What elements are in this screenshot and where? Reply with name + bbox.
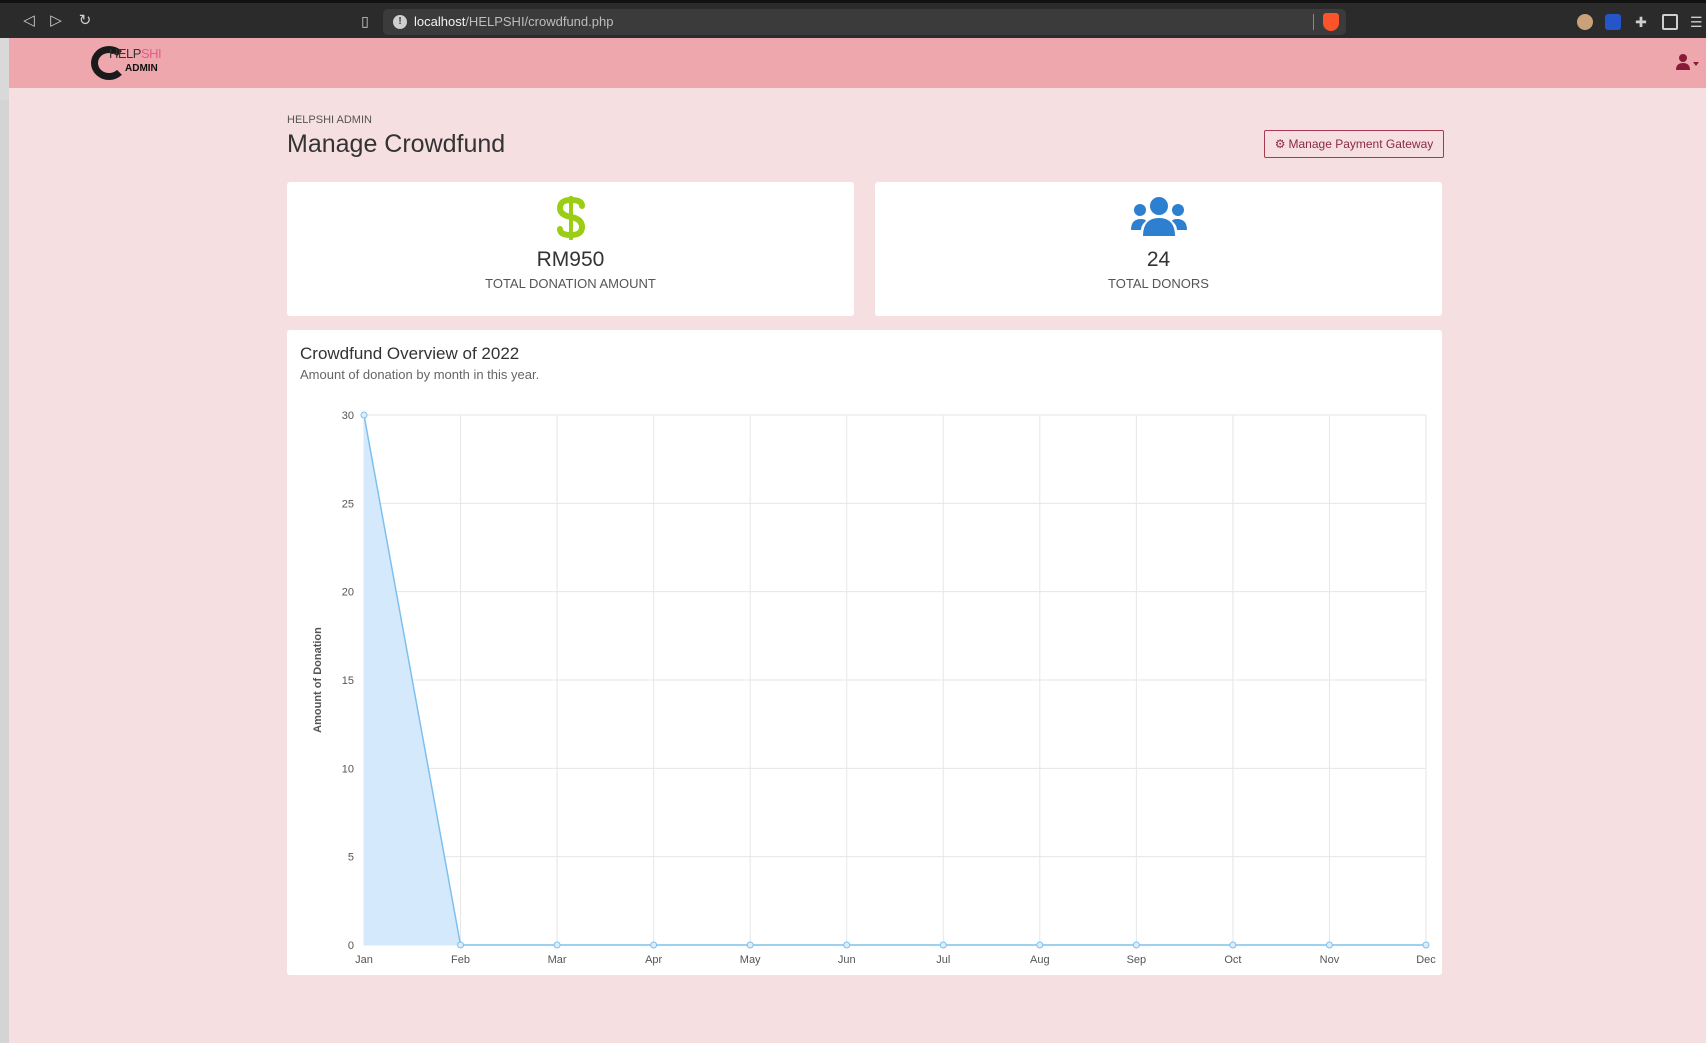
data-point <box>457 941 465 949</box>
forward-icon[interactable]: ▷ <box>47 12 65 30</box>
y-axis-label: Amount of Donation <box>312 627 324 733</box>
x-tick-label: Oct <box>1224 954 1241 966</box>
data-point <box>746 941 754 949</box>
browser-toolbar: ◁ ▷ ↻ ▯ ! localhost/HELPSHI/crowdfund.ph… <box>0 0 1706 38</box>
y-tick-label: 25 <box>342 498 354 510</box>
logo-text-shi: SHI <box>140 46 162 61</box>
crowdfund-chart: 0 5 10 15 20 25 30 Jan Feb Mar Apr May Jun Jul Aug Sep O… <box>312 410 1436 966</box>
reload-icon[interactable]: ↻ <box>76 12 94 30</box>
x-tick-label: Jul <box>936 954 950 966</box>
url-text: localhost/HELPSHI/crowdfund.php <box>414 14 613 29</box>
y-tick-label: 0 <box>348 940 354 952</box>
menu-icon[interactable]: ☰ <box>1690 14 1706 30</box>
data-point <box>1422 941 1430 949</box>
puzzle-icon[interactable]: ✚ <box>1633 14 1649 30</box>
back-icon[interactable]: ◁ <box>20 12 38 30</box>
logo[interactable]: HELPSHI ADMIN <box>91 44 171 82</box>
x-tick-label: Apr <box>645 954 662 966</box>
total-donors-value: 24 <box>1146 248 1171 271</box>
x-tick-label: Aug <box>1030 954 1050 966</box>
total-donation-label: TOTAL DONATION AMOUNT <box>485 276 656 291</box>
y-tick-label: 10 <box>342 763 354 775</box>
url-divider <box>1313 14 1314 30</box>
manage-payment-gateway-label: Manage Payment Gateway <box>1288 137 1434 151</box>
brave-shield-icon[interactable] <box>1323 13 1339 31</box>
user-menu[interactable] <box>1676 53 1700 73</box>
user-icon <box>1676 54 1699 70</box>
x-tick-label: Jun <box>838 954 856 966</box>
data-point <box>843 941 851 949</box>
url-path: /HELPSHI/crowdfund.php <box>465 14 614 29</box>
x-tick-label: Sep <box>1127 954 1147 966</box>
crowdfund-chart-card: Crowdfund Overview of 2022 Amount of don… <box>287 330 1442 975</box>
data-point <box>1325 941 1333 949</box>
manage-payment-gateway-button[interactable]: ⚙ Manage Payment Gateway <box>1264 130 1444 158</box>
data-point <box>1229 941 1237 949</box>
total-donors-label: TOTAL DONORS <box>1108 276 1209 291</box>
extension-face-icon[interactable] <box>1577 14 1593 30</box>
total-donation-value: RM950 <box>536 248 605 271</box>
gear-icon: ⚙ <box>1274 137 1286 151</box>
x-tick-label: Nov <box>1320 954 1340 966</box>
total-donors-card: 24 TOTAL DONORS <box>875 182 1442 316</box>
x-tick-label: Feb <box>451 954 470 966</box>
data-point <box>1036 941 1044 949</box>
users-icon <box>1130 197 1187 236</box>
y-tick-label: 15 <box>342 675 354 687</box>
data-point <box>650 941 658 949</box>
x-tick-label: May <box>740 954 761 966</box>
url-host: localhost <box>414 14 466 29</box>
wallet-icon[interactable] <box>1662 14 1678 30</box>
x-tick-label: Mar <box>548 954 567 966</box>
y-tick-label: 5 <box>348 852 354 864</box>
x-tick-label: Jan <box>355 954 373 966</box>
left-scroll-strip <box>0 100 9 1043</box>
address-bar[interactable]: ! localhost/HELPSHI/crowdfund.php <box>383 9 1346 35</box>
logo-text-top: HELPSHI <box>109 46 162 61</box>
data-point <box>553 941 561 949</box>
y-tick-label: 20 <box>342 587 354 599</box>
data-point <box>939 941 947 949</box>
y-tick-label: 30 <box>342 410 354 422</box>
info-icon[interactable]: ! <box>393 15 407 29</box>
dollar-icon <box>556 196 585 240</box>
bookmark-icon[interactable]: ▯ <box>356 13 374 31</box>
breadcrumb: HELPSHI ADMIN <box>287 114 372 126</box>
x-tick-label: Dec <box>1416 954 1436 966</box>
logo-text-admin: ADMIN <box>125 63 158 74</box>
total-donation-card: RM950 TOTAL DONATION AMOUNT <box>287 182 854 316</box>
data-point <box>1132 941 1140 949</box>
page: HELPSHI ADMIN HELPSHI ADMIN Manage Crowd… <box>9 38 1706 1043</box>
extension-shield-icon[interactable] <box>1605 14 1621 30</box>
logo-text-help: HELP <box>109 46 141 61</box>
top-navbar: HELPSHI ADMIN <box>9 38 1706 88</box>
data-point <box>360 411 368 419</box>
page-title: Manage Crowdfund <box>287 130 506 158</box>
